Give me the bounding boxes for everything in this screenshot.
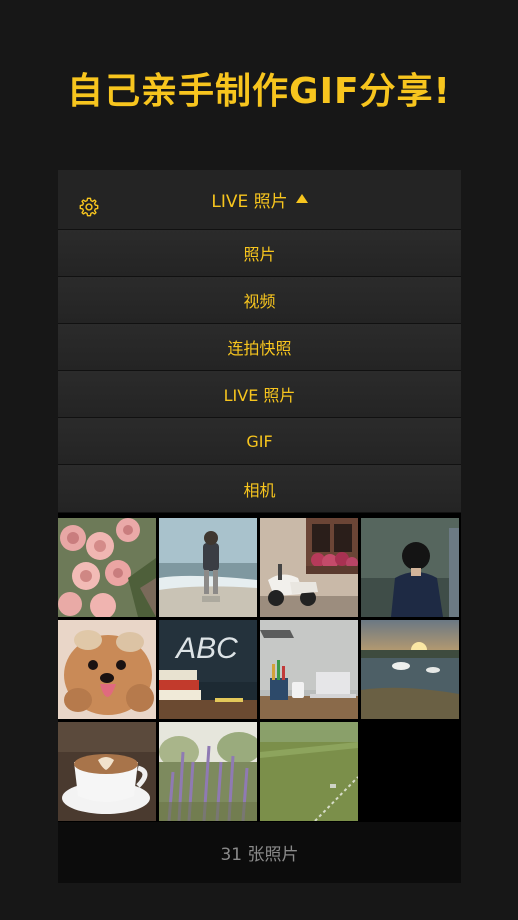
caret-up-icon (295, 194, 308, 203)
photo-count-label: 31 张照片 (220, 845, 299, 865)
app-page: 自己亲手制作GIF分享! LIVE 照片 照片 视频 连拍快照 LIVE 照片 … (0, 0, 518, 920)
top-bar: LIVE 照片 (58, 170, 461, 230)
menu-item-label: 视频 (243, 292, 276, 311)
menu-item-label: GIF (246, 431, 273, 451)
menu-item-label: 相机 (243, 480, 276, 500)
photo-thumbnail[interactable]: ABC (159, 620, 257, 719)
svg-text:ABC: ABC (174, 632, 238, 665)
promo-headline: 自己亲手制作GIF分享! (67, 71, 451, 112)
photo-thumbnail[interactable] (361, 518, 459, 617)
photo-thumbnail[interactable] (58, 722, 156, 821)
photo-thumbnail[interactable] (159, 518, 257, 617)
menu-item-live-photos[interactable]: LIVE 照片 (58, 371, 461, 418)
album-menu: 照片 视频 连拍快照 LIVE 照片 GIF 相机 (58, 230, 461, 513)
menu-item-label: LIVE 照片 (223, 386, 296, 405)
photo-thumbnail[interactable] (260, 518, 358, 617)
album-selector[interactable]: LIVE 照片 (58, 170, 461, 229)
photo-thumbnail[interactable] (260, 722, 358, 821)
menu-item-label: 照片 (243, 245, 276, 264)
photo-count-footer: 31 张照片 (58, 822, 461, 883)
photo-thumbnail[interactable] (159, 722, 257, 821)
menu-item-videos[interactable]: 视频 (58, 277, 461, 324)
photo-thumbnail[interactable] (260, 620, 358, 719)
album-title-label: LIVE 照片 (211, 192, 288, 212)
menu-item-label: 连拍快照 (227, 339, 292, 358)
menu-item-bursts[interactable]: 连拍快照 (58, 324, 461, 371)
photo-thumbnail[interactable] (58, 620, 156, 719)
menu-item-photos[interactable]: 照片 (58, 230, 461, 277)
photo-thumbnail[interactable] (58, 518, 156, 617)
menu-item-camera[interactable]: 相机 (58, 465, 461, 513)
menu-item-gif[interactable]: GIF (58, 418, 461, 465)
photo-thumbnail[interactable] (361, 620, 459, 719)
phone-screen: LIVE 照片 照片 视频 连拍快照 LIVE 照片 GIF 相机 ABC 31… (58, 170, 461, 883)
